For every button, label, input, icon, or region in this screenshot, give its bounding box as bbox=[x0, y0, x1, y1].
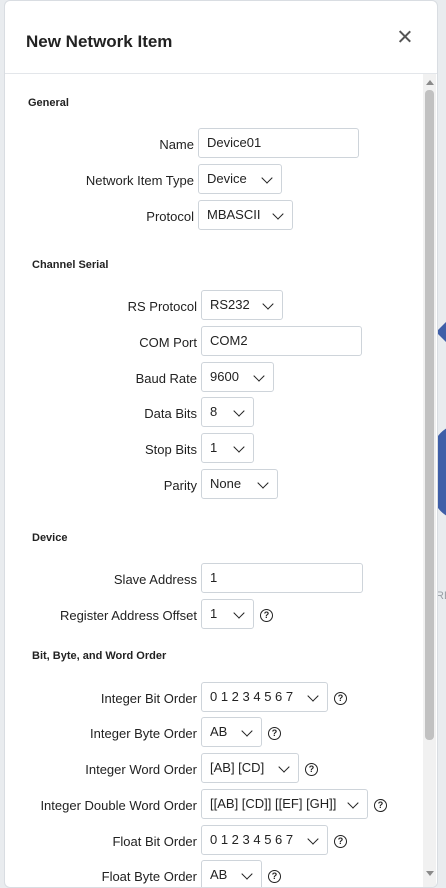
integer-double-word-order-select[interactable]: [[AB] [CD]] [[EF] [GH]] bbox=[201, 789, 368, 819]
slave-address-input[interactable]: 1 bbox=[201, 563, 363, 593]
float-byte-order-value: AB bbox=[210, 867, 228, 882]
chevron-down-icon bbox=[278, 761, 290, 773]
help-icon[interactable]: ? bbox=[305, 763, 318, 776]
register-address-offset-value: 1 bbox=[210, 606, 218, 621]
name-input[interactable]: Device01 bbox=[198, 128, 359, 158]
chevron-down-icon bbox=[261, 172, 273, 184]
chevron-down-icon bbox=[307, 833, 319, 845]
integer-double-word-order-value: [[AB] [CD]] [[EF] [GH]] bbox=[210, 796, 337, 811]
close-icon[interactable] bbox=[395, 27, 415, 47]
chevron-down-icon bbox=[233, 405, 245, 417]
integer-double-word-order-label: Integer Double Word Order bbox=[40, 798, 197, 813]
rs-protocol-label: RS Protocol bbox=[127, 299, 197, 314]
integer-byte-order-value: AB bbox=[210, 724, 228, 739]
integer-bit-order-value: 0 1 2 3 4 5 6 7 bbox=[210, 689, 294, 704]
chevron-down-icon bbox=[347, 797, 359, 809]
float-bit-order-value: 0 1 2 3 4 5 6 7 bbox=[210, 832, 294, 847]
float-byte-order-select[interactable]: AB bbox=[201, 860, 262, 887]
data-bits-label: Data Bits bbox=[144, 406, 197, 421]
help-icon[interactable]: ? bbox=[260, 609, 273, 622]
baud-rate-value: 9600 bbox=[210, 369, 239, 384]
float-bit-order-select[interactable]: 0 1 2 3 4 5 6 7 bbox=[201, 825, 328, 855]
parity-value: None bbox=[210, 476, 242, 491]
data-bits-select[interactable]: 8 bbox=[201, 397, 254, 427]
chevron-down-icon bbox=[233, 441, 245, 453]
register-address-offset-select[interactable]: 1 bbox=[201, 599, 254, 629]
protocol-select[interactable]: MBASCII bbox=[198, 200, 293, 230]
slave-address-label: Slave Address bbox=[113, 572, 197, 587]
chevron-down-icon bbox=[241, 868, 253, 880]
baud-rate-select[interactable]: 9600 bbox=[201, 362, 274, 392]
new-network-item-modal: New Network Item General Name Device01 N… bbox=[4, 0, 438, 888]
section-bit-byte-word-order: Bit, Byte, and Word Order bbox=[32, 650, 167, 662]
com-port-label: COM Port bbox=[139, 335, 197, 350]
modal-header: New Network Item bbox=[5, 1, 437, 74]
rs-protocol-select[interactable]: RS232 bbox=[201, 290, 283, 320]
section-general: General bbox=[28, 97, 69, 109]
float-bit-order-label: Float Bit Order bbox=[112, 834, 197, 849]
help-icon[interactable]: ? bbox=[334, 835, 347, 848]
help-icon[interactable]: ? bbox=[374, 799, 387, 812]
scroll-up-arrow-icon[interactable] bbox=[426, 80, 434, 85]
data-bits-value: 8 bbox=[210, 404, 218, 419]
modal-scrollbar[interactable] bbox=[423, 74, 436, 887]
help-icon[interactable]: ? bbox=[268, 870, 281, 883]
network-item-type-select[interactable]: Device bbox=[198, 164, 282, 194]
parity-select[interactable]: None bbox=[201, 469, 278, 499]
rs-protocol-value: RS232 bbox=[210, 297, 250, 312]
stop-bits-select[interactable]: 1 bbox=[201, 433, 254, 463]
integer-bit-order-select[interactable]: 0 1 2 3 4 5 6 7 bbox=[201, 682, 328, 712]
baud-rate-label: Baud Rate bbox=[135, 371, 197, 386]
integer-bit-order-label: Integer Bit Order bbox=[100, 691, 197, 706]
chevron-down-icon bbox=[241, 725, 253, 737]
chevron-down-icon bbox=[257, 477, 269, 489]
protocol-value: MBASCII bbox=[207, 207, 261, 222]
name-label: Name bbox=[159, 137, 194, 152]
stop-bits-label: Stop Bits bbox=[144, 442, 197, 457]
stop-bits-value: 1 bbox=[210, 440, 218, 455]
integer-byte-order-select[interactable]: AB bbox=[201, 717, 262, 747]
chevron-down-icon bbox=[262, 298, 274, 310]
help-icon[interactable]: ? bbox=[334, 692, 347, 705]
chevron-down-icon bbox=[253, 370, 265, 382]
scroll-down-arrow-icon[interactable] bbox=[426, 871, 434, 876]
modal-title: New Network Item bbox=[26, 32, 173, 51]
scrollbar-thumb[interactable] bbox=[425, 90, 434, 740]
integer-byte-order-label: Integer Byte Order bbox=[90, 726, 197, 741]
chevron-down-icon bbox=[272, 208, 284, 220]
section-channel-serial: Channel Serial bbox=[32, 259, 109, 271]
help-icon[interactable]: ? bbox=[268, 727, 281, 740]
network-item-type-value: Device bbox=[207, 171, 247, 186]
chevron-down-icon bbox=[233, 607, 245, 619]
integer-word-order-label: Integer Word Order bbox=[85, 762, 197, 777]
com-port-input[interactable]: COM2 bbox=[201, 326, 362, 356]
protocol-label: Protocol bbox=[146, 209, 194, 224]
register-address-offset-label: Register Address Offset bbox=[59, 608, 197, 623]
network-item-type-label: Network Item Type bbox=[85, 173, 194, 188]
section-device: Device bbox=[32, 532, 68, 544]
chevron-down-icon bbox=[307, 690, 319, 702]
integer-word-order-value: [AB] [CD] bbox=[210, 760, 265, 775]
float-byte-order-label: Float Byte Order bbox=[101, 869, 197, 884]
integer-word-order-select[interactable]: [AB] [CD] bbox=[201, 753, 299, 783]
parity-label: Parity bbox=[163, 478, 197, 493]
